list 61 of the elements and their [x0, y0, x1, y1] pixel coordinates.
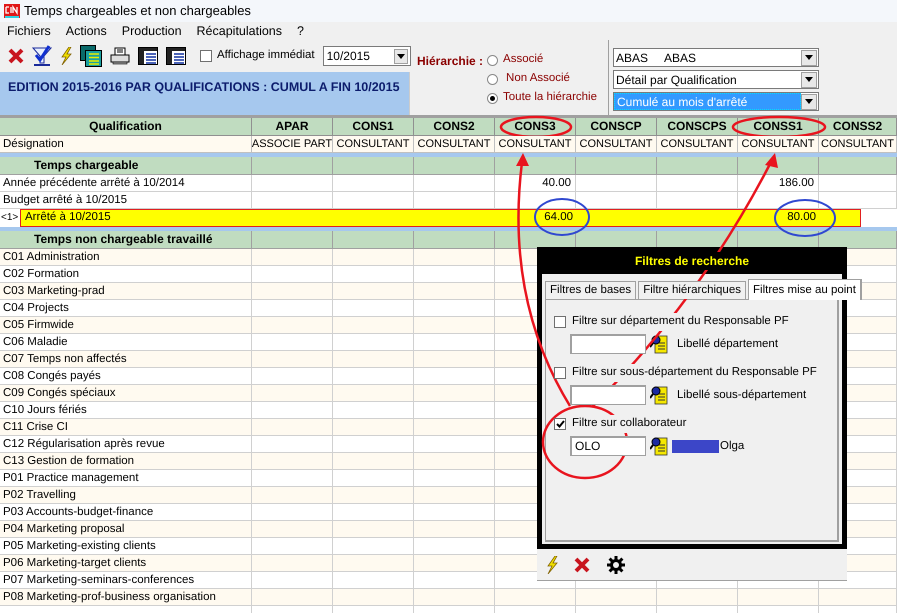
radio-button[interactable] — [487, 92, 498, 104]
settings-icon[interactable] — [606, 554, 626, 574]
menu-item[interactable]: Actions — [66, 22, 107, 40]
menu-item[interactable]: Récapitulations — [196, 22, 282, 40]
description-text: Libellé sous-département — [677, 388, 806, 402]
checkbox-label: Filtre sur collaborateur — [572, 415, 686, 433]
tab[interactable]: Filtres de bases — [545, 281, 636, 299]
lightning-icon[interactable] — [546, 556, 558, 574]
checkbox[interactable] — [200, 50, 212, 62]
menu-item[interactable]: ? — [297, 22, 304, 40]
dropdown[interactable]: Détail par Qualification — [613, 70, 819, 89]
input-field[interactable]: OLO — [570, 436, 646, 456]
table-icon[interactable] — [166, 47, 186, 65]
checkbox[interactable] — [554, 418, 566, 430]
lightning-icon[interactable] — [60, 47, 72, 65]
hierarchy-label: Hiérarchie : — [417, 53, 484, 68]
checkbox[interactable] — [554, 367, 566, 379]
row-marker: <1> — [0, 211, 20, 225]
checkbox-label: Filtre sur sous-département du Responsable PF — [572, 364, 817, 382]
table-cell-text: 80.00 — [786, 210, 817, 225]
lookup-icon[interactable] — [650, 385, 668, 405]
close-icon[interactable] — [8, 48, 24, 64]
list-icon[interactable] — [80, 45, 102, 67]
annotation-circle — [534, 198, 590, 236]
lookup-icon[interactable] — [650, 436, 668, 456]
caret-icon[interactable] — [801, 50, 817, 66]
description-text: Libellé département — [677, 338, 778, 350]
caret-icon[interactable] — [394, 48, 408, 64]
window-title: Temps chargeables et non chargeables — [24, 2, 251, 20]
dropdown[interactable]: ABAS ABAS — [613, 48, 819, 67]
printer-icon[interactable] — [110, 47, 130, 65]
radio-label: Non Associé — [506, 71, 570, 86]
radio-label: Associé — [503, 52, 544, 68]
radio-label: Toute la hiérarchie — [503, 90, 598, 106]
caret-icon[interactable] — [801, 72, 817, 88]
table-icon[interactable] — [138, 47, 158, 65]
close-icon[interactable] — [574, 556, 590, 572]
checkbox-label: Filtre sur département du Responsable PF — [572, 313, 789, 331]
caret-icon[interactable] — [801, 94, 817, 110]
checkmark-icon[interactable] — [32, 45, 52, 67]
checkbox[interactable] — [554, 316, 566, 328]
app-icon — [4, 3, 20, 19]
lookup-icon[interactable] — [650, 334, 668, 354]
radio-button[interactable] — [487, 74, 498, 84]
annotation-circle — [774, 199, 836, 237]
menu-item[interactable]: Production — [122, 22, 182, 40]
tab[interactable]: Filtre hiérarchiques — [638, 281, 746, 299]
input-field[interactable] — [570, 334, 646, 354]
row-label: Arrêté à 10/2015 — [24, 210, 112, 225]
table-cell: Désignation — [3, 136, 64, 152]
highlighted-row[interactable]: Arrêté à 10/2015 64.00 80.00 — [20, 209, 861, 227]
description-text: Olga — [672, 440, 744, 452]
table-cell-text: 64.00 — [543, 210, 574, 225]
input-field[interactable] — [570, 385, 646, 405]
period-dropdown[interactable]: 10/2015 — [322, 46, 411, 66]
dialog-title: Filtres de recherche — [632, 252, 752, 270]
menu-item[interactable]: Fichiers — [7, 22, 51, 40]
checkbox-label: Affichage immédiat — [217, 48, 315, 64]
radio-button[interactable] — [487, 54, 498, 66]
edition-title: EDITION 2015-2016 PAR QUALIFICATIONS : CUMUL A FIN 10/2015 — [8, 79, 401, 96]
tab[interactable]: Filtres mise au point — [748, 279, 862, 300]
